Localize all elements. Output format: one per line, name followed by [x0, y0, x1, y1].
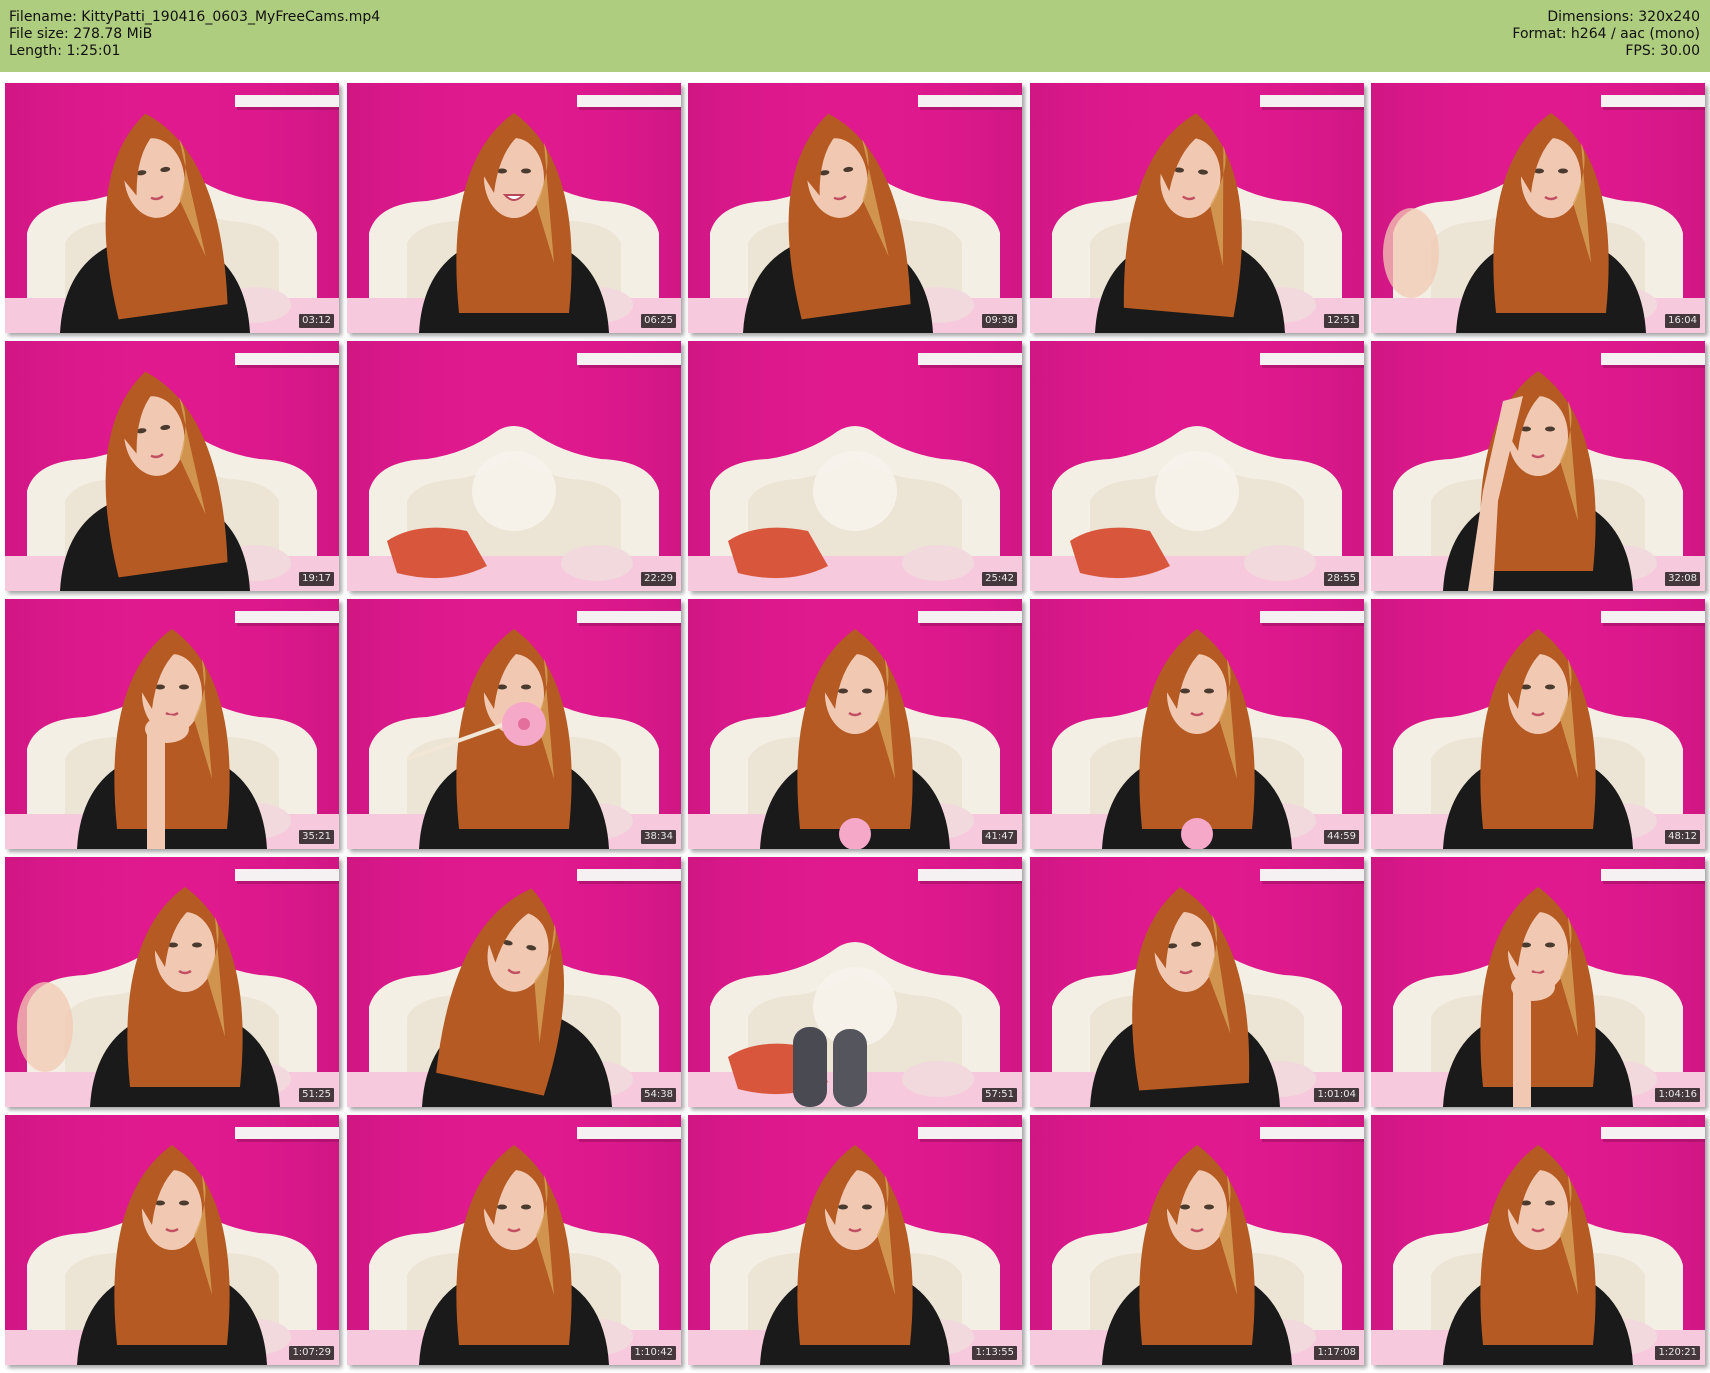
- timestamp-label: 38:34: [641, 830, 676, 844]
- timestamp-label: 57:51: [982, 1088, 1017, 1102]
- timestamp-label: 1:10:42: [631, 1346, 676, 1360]
- timestamp-label: 12:51: [1324, 314, 1359, 328]
- video-frame: [688, 599, 1022, 849]
- timestamp-label: 16:04: [1665, 314, 1700, 328]
- video-frame: [5, 1115, 339, 1365]
- timestamp-label: 1:20:21: [1655, 1346, 1700, 1360]
- timestamp-label: 44:59: [1324, 830, 1359, 844]
- video-frame: [5, 599, 339, 849]
- thumbnail: 54:38: [347, 857, 681, 1107]
- thumbnail: 1:10:42: [347, 1115, 681, 1365]
- thumbnail: 25:42: [688, 341, 1022, 591]
- video-frame: [1371, 857, 1705, 1107]
- video-frame: [347, 341, 681, 591]
- thumbnail-grid: 03:12 06:25 09:38 12:51 16:04 19:17 22:29 25:42…: [0, 0, 1710, 1373]
- timestamp-label: 1:07:29: [289, 1346, 334, 1360]
- timestamp-label: 35:21: [299, 830, 334, 844]
- video-frame: [1030, 1115, 1364, 1365]
- video-frame: [1371, 83, 1705, 333]
- thumbnail: 44:59: [1030, 599, 1364, 849]
- thumbnail: 06:25: [347, 83, 681, 333]
- thumbnail: 22:29: [347, 341, 681, 591]
- thumbnail: 1:01:04: [1030, 857, 1364, 1107]
- thumbnail: 35:21: [5, 599, 339, 849]
- video-frame: [1030, 857, 1364, 1107]
- timestamp-label: 19:17: [299, 572, 334, 586]
- video-frame: [347, 1115, 681, 1365]
- video-frame: [688, 341, 1022, 591]
- video-frame: [347, 83, 681, 333]
- timestamp-label: 41:47: [982, 830, 1017, 844]
- video-frame: [1371, 1115, 1705, 1365]
- timestamp-label: 1:13:55: [972, 1346, 1017, 1360]
- video-frame: [347, 599, 681, 849]
- thumbnail: 1:20:21: [1371, 1115, 1705, 1365]
- thumbnail: 51:25: [5, 857, 339, 1107]
- video-frame: [688, 83, 1022, 333]
- thumbnail: 1:17:08: [1030, 1115, 1364, 1365]
- thumbnail: 12:51: [1030, 83, 1364, 333]
- thumbnail: 1:13:55: [688, 1115, 1022, 1365]
- timestamp-label: 51:25: [299, 1088, 334, 1102]
- timestamp-label: 48:12: [1665, 830, 1700, 844]
- thumbnail: 09:38: [688, 83, 1022, 333]
- video-frame: [1030, 341, 1364, 591]
- thumbnail: 1:04:16: [1371, 857, 1705, 1107]
- video-frame: [688, 857, 1022, 1107]
- thumbnail: 16:04: [1371, 83, 1705, 333]
- video-frame: [347, 857, 681, 1107]
- timestamp-label: 22:29: [641, 572, 676, 586]
- thumbnail: 41:47: [688, 599, 1022, 849]
- timestamp-label: 32:08: [1665, 572, 1700, 586]
- thumbnail: 32:08: [1371, 341, 1705, 591]
- thumbnail: 48:12: [1371, 599, 1705, 849]
- timestamp-label: 1:01:04: [1314, 1088, 1359, 1102]
- timestamp-label: 1:04:16: [1655, 1088, 1700, 1102]
- timestamp-label: 03:12: [299, 314, 334, 328]
- timestamp-label: 1:17:08: [1314, 1346, 1359, 1360]
- thumbnail: 28:55: [1030, 341, 1364, 591]
- thumbnail: 19:17: [5, 341, 339, 591]
- video-frame: [5, 341, 339, 591]
- video-frame: [1030, 599, 1364, 849]
- timestamp-label: 06:25: [641, 314, 676, 328]
- video-frame: [5, 83, 339, 333]
- video-frame: [1371, 341, 1705, 591]
- timestamp-label: 25:42: [982, 572, 1017, 586]
- thumbnail: 1:07:29: [5, 1115, 339, 1365]
- timestamp-label: 28:55: [1324, 572, 1359, 586]
- video-frame: [688, 1115, 1022, 1365]
- thumbnail: 57:51: [688, 857, 1022, 1107]
- thumbnail: 03:12: [5, 83, 339, 333]
- video-frame: [1030, 83, 1364, 333]
- video-frame: [5, 857, 339, 1107]
- timestamp-label: 54:38: [641, 1088, 676, 1102]
- thumbnail: 38:34: [347, 599, 681, 849]
- video-frame: [1371, 599, 1705, 849]
- timestamp-label: 09:38: [982, 314, 1017, 328]
